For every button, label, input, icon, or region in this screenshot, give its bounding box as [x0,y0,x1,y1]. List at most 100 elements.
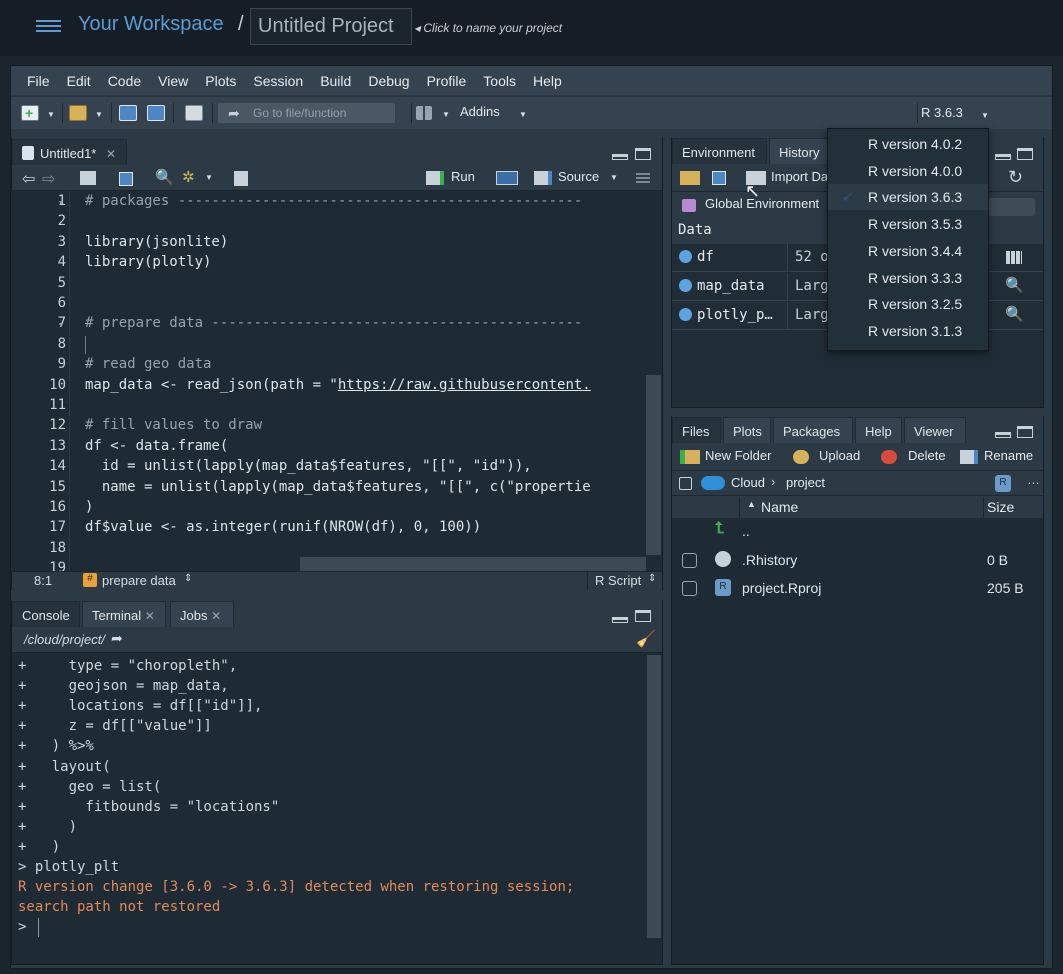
delete-button[interactable]: Delete [908,448,946,463]
load-workspace-icon[interactable] [680,171,700,185]
menu-debug[interactable]: Debug [368,73,409,89]
tab-untitled1[interactable]: Untitled1* ✕ [12,139,127,165]
r-version-caret-icon[interactable]: ▼ [981,111,989,120]
expand-row-icon[interactable] [679,308,692,321]
workspace-panes-icon[interactable] [416,106,432,120]
workspace-link[interactable]: Your Workspace [78,13,224,36]
project-name[interactable]: Untitled Project [250,8,412,45]
col-name[interactable]: Name [761,499,798,515]
fold-icon[interactable]: ▼ [59,199,63,207]
more-options-icon[interactable]: … [1027,472,1040,487]
code-line[interactable]: library(plotly) [85,254,211,270]
minimize-pane-icon[interactable] [612,154,628,160]
code-line[interactable]: # read geo data [85,356,211,372]
clear-console-icon[interactable]: 🧹 [636,629,656,649]
expand-row-icon[interactable] [679,279,692,292]
menu-view[interactable]: View [158,73,188,89]
view-search-icon[interactable]: 🔍 [1005,305,1024,323]
save-all-icon[interactable] [147,105,165,121]
editor-save-icon[interactable] [119,172,133,186]
menu-tools[interactable]: Tools [483,73,516,89]
code-line[interactable]: ) [85,499,93,515]
editor-vscrollbar[interactable] [646,375,661,555]
refresh-icon[interactable]: ↻ [1008,167,1023,188]
section-caret-icon[interactable]: ⇕ [184,573,192,584]
col-size[interactable]: Size [987,499,1014,515]
code-line[interactable]: df$value <- as.integer(runif(NROW(df), 0… [85,519,481,535]
env-minimize-icon[interactable] [995,154,1011,160]
code-line[interactable]: name = unlist(lapply(map_data$features, … [85,479,591,495]
crumb-cloud[interactable]: Cloud [731,475,765,490]
r-version-button[interactable]: R 3.6.3 [921,105,963,120]
open-file-icon[interactable] [69,105,87,121]
file-checkbox[interactable] [682,581,697,596]
menu-session[interactable]: Session [253,73,303,89]
tab-history[interactable]: History [769,138,831,164]
console-minimize-icon[interactable] [612,617,628,623]
r-version-option[interactable]: R version 3.1.3 [828,318,988,344]
global-env-selector[interactable]: Global Environment [705,196,819,211]
file-name[interactable]: .Rhistory [742,552,797,568]
files-maximize-icon[interactable] [1017,426,1033,438]
code-line[interactable]: # packages -----------------------------… [85,193,582,209]
r-version-option[interactable]: ✔ R version 3.6.3 [828,184,988,211]
file-name[interactable]: .. [742,523,750,539]
tab-environment[interactable]: Environment [672,138,767,164]
code-line[interactable]: # fill values to draw [85,417,262,433]
code-line[interactable]: map_data <- read_json(path = "https://ra… [85,377,591,393]
tab-console[interactable]: Console [12,601,80,627]
editor-hscrollbar[interactable] [300,557,646,571]
file-checkbox[interactable] [682,552,697,568]
env-maximize-icon[interactable] [1017,148,1033,160]
code-editor[interactable]: 1 ▼ # packages ---------------------------… [11,191,662,571]
crumb-project[interactable]: project [786,475,825,490]
code-url[interactable]: https://raw.githubusercontent. [338,377,591,393]
show-in-window-icon[interactable] [80,171,96,185]
close-tab-icon[interactable]: ✕ [106,147,116,161]
compile-report-icon[interactable] [234,171,248,186]
file-type-caret-icon[interactable]: ⇕ [648,573,656,584]
maximize-pane-icon[interactable] [635,148,651,160]
r-version-option[interactable]: R version 4.0.2 [828,131,988,157]
code-line[interactable]: library(jsonlite) [85,234,228,250]
section-selector[interactable]: prepare data [102,573,176,588]
code-tools-icon[interactable]: ✲ [182,168,195,186]
import-dataset-button[interactable]: Import Da [771,169,828,184]
addins-caret-icon[interactable]: ▼ [519,110,527,119]
console-output[interactable]: + type = "choropleth", + geojson = map_da… [12,655,646,963]
goto-file-input[interactable]: Go to file/function [218,103,395,123]
panes-caret-icon[interactable]: ▼ [442,110,450,119]
tab-packages[interactable]: Packages [773,417,853,443]
r-version-option[interactable]: R version 3.5.3 [828,211,988,237]
console-maximize-icon[interactable] [635,610,651,622]
file-row[interactable]: ⮤.. [672,518,1043,546]
menu-code[interactable]: Code [108,73,141,89]
document-outline-icon[interactable] [636,173,650,183]
view-search-icon[interactable]: 🔍 [1005,276,1024,294]
file-row[interactable]: .Rhistory 0 B [672,547,1043,575]
file-name[interactable]: project.Rproj [742,580,821,596]
select-all-checkbox[interactable] [679,477,692,490]
menu-file[interactable]: File [27,73,50,89]
menu-plots[interactable]: Plots [205,73,236,89]
file-type-selector[interactable]: R Script [595,573,641,588]
code-line[interactable]: id = unlist(lapply(map_data$features, "[… [85,458,532,474]
menu-profile[interactable]: Profile [427,73,467,89]
console-scrollbar[interactable] [647,655,661,938]
view-table-icon[interactable] [1006,251,1022,264]
go-to-directory-icon[interactable]: ➦ [111,630,123,647]
new-file-caret-icon[interactable]: ▼ [47,110,55,119]
close-jobs-icon[interactable]: ✕ [211,609,221,623]
code-tools-caret-icon[interactable]: ▼ [205,173,213,182]
save-workspace-icon[interactable] [712,171,726,185]
upload-button[interactable]: Upload [819,448,860,463]
menu-help[interactable]: Help [533,73,562,89]
tab-help[interactable]: Help [855,417,902,443]
new-file-icon[interactable]: + [21,105,39,121]
find-icon[interactable]: 🔍 [155,168,174,186]
tab-terminal[interactable]: Terminal ✕ [82,601,166,627]
open-file-caret-icon[interactable]: ▼ [95,110,103,119]
fold-icon[interactable]: ▼ [59,321,63,329]
tab-jobs[interactable]: Jobs ✕ [170,601,234,627]
forward-arrow-icon[interactable]: ⇨ [42,169,55,189]
